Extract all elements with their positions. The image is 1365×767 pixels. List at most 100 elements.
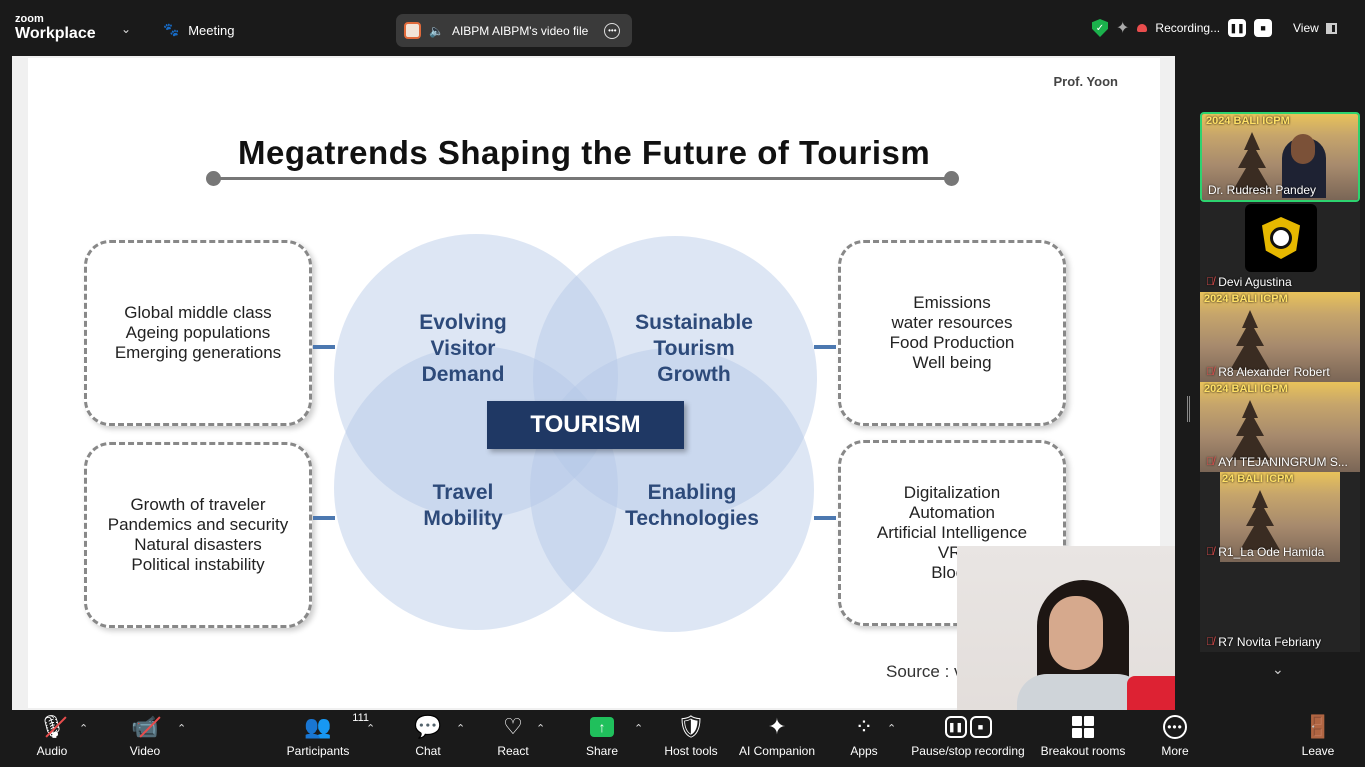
brand-big: Workplace [15, 25, 96, 42]
connector-top-right [814, 345, 836, 349]
view-button[interactable]: View [1293, 21, 1337, 35]
more-options-icon[interactable]: ••• [604, 22, 621, 39]
participant-name: 🎙̸ R1_La Ode Hamida [1206, 545, 1325, 559]
more-button[interactable]: ••• More [1158, 710, 1192, 767]
sharer-avatar [404, 22, 421, 39]
box-top-left: Global middle class Ageing populations Eme… [84, 240, 312, 426]
meeting-label: Meeting [188, 22, 235, 38]
panel-resize-handle[interactable] [1187, 396, 1190, 422]
title-dot-right [944, 171, 959, 186]
pause-stop-icon: ❚❚ ■ [944, 716, 992, 738]
react-button[interactable]: ♡ React [496, 710, 530, 767]
tile-banner: 2024 BALI ICPM [1206, 115, 1290, 127]
host-shield-icon: 🛡 [677, 714, 705, 739]
share-title: AIBPM AIBPM's video file [451, 23, 589, 38]
chat-caret-icon[interactable]: ⌃ [456, 722, 465, 735]
title-dot-left [206, 171, 221, 186]
chat-button[interactable]: 💬 Chat [412, 710, 444, 767]
top-bar: zoom Workplace ⌄ 🐾 Meeting 🔈 AIBPM AIBPM… [0, 0, 1365, 56]
audio-options-caret-icon[interactable]: ⌃ [79, 722, 88, 735]
recording-cloud-icon [1137, 24, 1148, 32]
apps-button[interactable]: ⁘ Apps [847, 710, 881, 767]
participant-tile[interactable]: 🎙̸ Devi Agustina [1200, 202, 1360, 292]
recording-label: Recording... [1155, 21, 1221, 35]
participant-name: 🎙̸ R8 Alexander Robert [1206, 365, 1330, 379]
share-arrow-icon: ↑ [590, 717, 614, 737]
participant-name: 🎙̸ R7 Novita Febriany [1206, 635, 1321, 649]
participants-button[interactable]: 👥 111 Participants [285, 710, 370, 767]
mic-muted-icon: 🎙̸ [1206, 546, 1215, 558]
brand-small: zoom [15, 13, 44, 25]
apps-caret-icon[interactable]: ⌃ [887, 722, 896, 735]
view-layout-icon [1325, 22, 1337, 34]
share-button[interactable]: ↑ Share [585, 710, 619, 767]
screen-share-indicator[interactable]: 🔈 AIBPM AIBPM's video file ••• [396, 14, 632, 47]
box-top-right: Emissions water resources Food Production W… [838, 240, 1066, 426]
circle-label-sustainable: Sustainable Tourism Growth [635, 311, 753, 386]
share-caret-icon[interactable]: ⌃ [634, 722, 643, 735]
participant-name: 🎙̸ Devi Agustina [1206, 275, 1292, 289]
chat-icon: 💬 [414, 714, 442, 739]
leave-button[interactable]: 🚪 Leave [1301, 710, 1335, 767]
slide-title: Megatrends Shaping the Future of Tourism [238, 134, 931, 171]
apps-icon: ⁘ [854, 714, 874, 739]
video-options-caret-icon[interactable]: ⌃ [177, 722, 186, 735]
tile-banner: 24 BALI ICPM [1222, 473, 1294, 485]
connector-bottom-right [814, 516, 836, 520]
participant-name: Dr. Rudresh Pandey [1208, 183, 1317, 197]
paw-icon: 🐾 [163, 22, 180, 37]
react-caret-icon[interactable]: ⌃ [536, 722, 545, 735]
host-tools-button[interactable]: 🛡 Host tools [662, 710, 720, 767]
stop-recording-button[interactable]: ■ [1254, 19, 1273, 37]
meeting-info-button[interactable]: 🐾 Meeting [163, 22, 234, 38]
security-shield-icon[interactable]: ✓ [1092, 19, 1108, 37]
mic-muted-icon: 🎙̸ [1206, 276, 1215, 288]
circle-label-evolving: Evolving Visitor Demand [419, 311, 507, 386]
audio-button[interactable]: 🎙 Audio [34, 710, 70, 767]
slide-source: Source : v [886, 662, 963, 681]
participant-tile[interactable]: 2024 BALI ICPM Dr. Rudresh Pandey [1200, 112, 1360, 202]
participant-tile[interactable]: 2024 BALI ICPM 🎙̸ R8 Alexander Robert [1200, 292, 1360, 382]
participants-caret-icon[interactable]: ⌃ [366, 722, 375, 735]
participant-tile[interactable]: 2024 BALI ICPM 🎙̸ AYI TEJANINGRUM S... [1200, 382, 1360, 472]
speaker-face [1049, 596, 1103, 670]
ai-sparkle-icon[interactable]: ✦ [1116, 18, 1129, 38]
chevron-down-icon[interactable]: ⌄ [121, 22, 131, 36]
box-bottom-left: Growth of traveler Pandemics and security… [84, 442, 312, 628]
ball-icon [1262, 217, 1300, 259]
slide-author: Prof. Yoon [1053, 74, 1118, 89]
heart-icon: ♡ [503, 714, 523, 739]
center-tourism-box: TOURISM [487, 401, 684, 449]
speaker-icon: 🔈 [429, 23, 444, 38]
more-dots-icon: ••• [1163, 715, 1187, 739]
breakout-rooms-button[interactable]: Breakout rooms [1040, 710, 1126, 767]
participant-tile[interactable]: 24 BALI ICPM 🎙̸ R1_La Ode Hamida [1200, 472, 1360, 562]
video-button[interactable]: 📹 Video [126, 710, 164, 767]
connector-top-left [313, 345, 335, 349]
participants-icon: 👥 111 [304, 712, 370, 739]
mic-muted-icon: 🎙̸ [1206, 366, 1215, 378]
title-underline [214, 177, 952, 180]
speaker-video[interactable] [957, 546, 1175, 710]
view-label: View [1293, 21, 1319, 35]
mic-muted-icon: 🎙̸ [1206, 456, 1215, 468]
mic-off-icon: 🎙 [38, 714, 67, 739]
pause-recording-button[interactable]: ❚❚ [1228, 19, 1247, 37]
meeting-toolbar: 🎙 Audio ⌃ 📹 Video ⌃ 👥 111 Participants ⌃ … [0, 710, 1365, 767]
leave-door-icon: 🚪 [1304, 714, 1332, 739]
recording-area: ✓ ✦ Recording... ❚❚ ■ [1092, 18, 1273, 38]
aibpm-logo [1245, 204, 1317, 272]
pause-stop-recording-button[interactable]: ❚❚ ■ Pause/stop recording [911, 710, 1025, 767]
mic-muted-icon: 🎙̸ [1206, 636, 1215, 648]
connector-bottom-left [313, 516, 335, 520]
breakout-grid-icon [1072, 716, 1094, 738]
ai-companion-icon: ✦ [767, 714, 787, 739]
zoom-logo[interactable]: zoom Workplace [15, 14, 96, 42]
circle-label-enabling: Enabling Technologies [625, 481, 759, 530]
participant-tile[interactable]: 🎙̸ R7 Novita Febriany [1200, 562, 1360, 652]
tile-banner: 2024 BALI ICPM [1204, 383, 1288, 395]
participant-name: 🎙̸ AYI TEJANINGRUM S... [1206, 455, 1348, 469]
tile-banner: 2024 BALI ICPM [1204, 293, 1288, 305]
scroll-down-chevron-icon[interactable]: ⌄ [1272, 661, 1284, 678]
ai-companion-button[interactable]: ✦ AI Companion [737, 710, 817, 767]
